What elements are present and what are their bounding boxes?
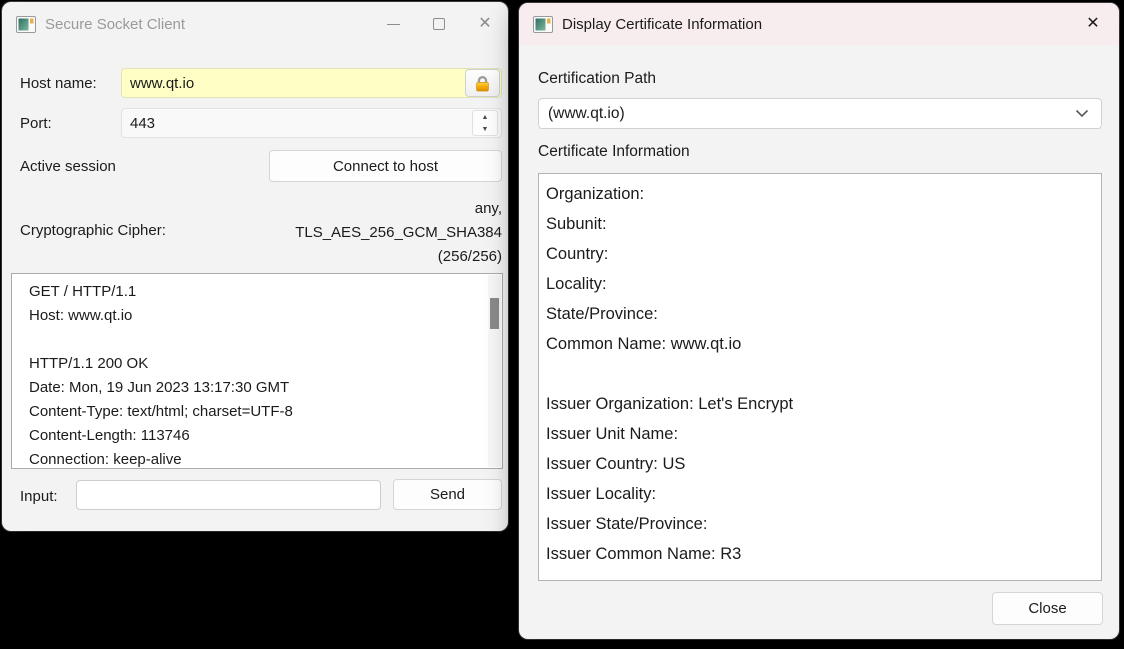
maximize-icon (433, 18, 445, 30)
session-log-content: GET / HTTP/1.1Host: www.qt.io HTTP/1.1 2… (12, 274, 502, 469)
text-line: Issuer Common Name: R3 (546, 539, 1091, 569)
active-session-label: Active session (20, 158, 116, 175)
close-button[interactable]: ✕ (462, 2, 508, 46)
text-line: Subunit: (546, 209, 1091, 239)
text-line: Content-Type: text/html; charset=UTF-8 (29, 400, 486, 424)
cipher-label: Cryptographic Cipher: (20, 222, 166, 239)
dialog-caption-buttons: ✕ (1067, 3, 1119, 45)
input-field[interactable] (76, 480, 381, 510)
certification-path-value: (www.qt.io) (539, 105, 1075, 123)
minimize-icon (387, 24, 400, 25)
text-line: Issuer State/Province: (546, 509, 1091, 539)
dialog-titlebar[interactable]: Display Certificate Information ✕ (519, 3, 1119, 45)
port-value: 443 (122, 115, 472, 132)
text-line: Issuer Organization: Let's Encrypt (546, 389, 1091, 419)
dialog-title: Display Certificate Information (562, 16, 762, 33)
certificate-information-label: Certificate Information (538, 143, 690, 161)
client-caption-buttons: ✕ (370, 2, 508, 46)
text-line: Content-Length: 113746 (29, 424, 486, 448)
text-line: Issuer Country: US (546, 449, 1091, 479)
text-line: Issuer Unit Name: (546, 419, 1091, 449)
port-label: Port: (20, 115, 52, 132)
text-line: Locality: (546, 269, 1091, 299)
text-line: GET / HTTP/1.1 (29, 280, 486, 304)
spin-down-icon[interactable]: ▼ (473, 123, 497, 135)
text-line: HTTP/1.1 200 OK (29, 352, 486, 376)
minimize-button[interactable] (370, 2, 416, 46)
text-line: Country: (546, 239, 1091, 269)
host-name-input[interactable] (121, 68, 502, 98)
maximize-button[interactable] (416, 2, 462, 46)
certification-path-label: Certification Path (538, 70, 656, 88)
close-icon: ✕ (478, 16, 491, 32)
certificate-info-dialog: Display Certificate Information ✕ Certif… (519, 3, 1119, 639)
client-titlebar[interactable]: Secure Socket Client ✕ (2, 2, 508, 46)
input-label: Input: (20, 488, 58, 505)
chevron-down-icon (1075, 109, 1089, 118)
app-window-icon (16, 16, 36, 33)
certificate-info-content: Organization:Subunit:Country:Locality:St… (539, 174, 1101, 569)
client-window-title: Secure Socket Client (45, 16, 185, 33)
text-line: Date: Mon, 19 Jun 2023 13:17:30 GMT (29, 376, 486, 400)
port-spinbox[interactable]: 443 ▲ ▼ (121, 108, 502, 138)
cipher-value: any, TLS_AES_256_GCM_SHA384 (256/256) (202, 197, 502, 269)
log-scrollbar[interactable] (488, 275, 501, 467)
spin-up-icon[interactable]: ▲ (473, 111, 497, 123)
lock-button[interactable] (465, 69, 500, 97)
text-line (546, 359, 1091, 389)
text-line (29, 328, 486, 352)
dialog-close-button[interactable]: ✕ (1067, 3, 1119, 45)
certificate-info-textarea[interactable]: Organization:Subunit:Country:Locality:St… (538, 173, 1102, 581)
close-dialog-button[interactable]: Close (992, 592, 1103, 625)
secure-socket-client-window: Secure Socket Client ✕ Host name: Port: (2, 2, 508, 531)
session-log-textarea[interactable]: GET / HTTP/1.1Host: www.qt.io HTTP/1.1 2… (11, 273, 503, 469)
host-name-label: Host name: (20, 75, 97, 92)
close-icon: ✕ (1086, 16, 1099, 32)
text-line: Issuer Locality: (546, 479, 1091, 509)
text-line: Organization: (546, 179, 1091, 209)
text-line: Host: www.qt.io (29, 304, 486, 328)
certification-path-combobox[interactable]: (www.qt.io) (538, 98, 1102, 129)
send-button[interactable]: Send (393, 479, 502, 510)
app-window-icon (533, 16, 553, 33)
desktop: Secure Socket Client ✕ Host name: Port: (0, 0, 1124, 649)
text-line: Common Name: www.qt.io (546, 329, 1091, 359)
text-line: Connection: keep-alive (29, 448, 486, 469)
connect-to-host-button[interactable]: Connect to host (269, 150, 502, 182)
port-spin-buttons: ▲ ▼ (472, 110, 498, 136)
log-scrollbar-thumb[interactable] (490, 298, 499, 329)
lock-icon (473, 74, 492, 93)
text-line: State/Province: (546, 299, 1091, 329)
